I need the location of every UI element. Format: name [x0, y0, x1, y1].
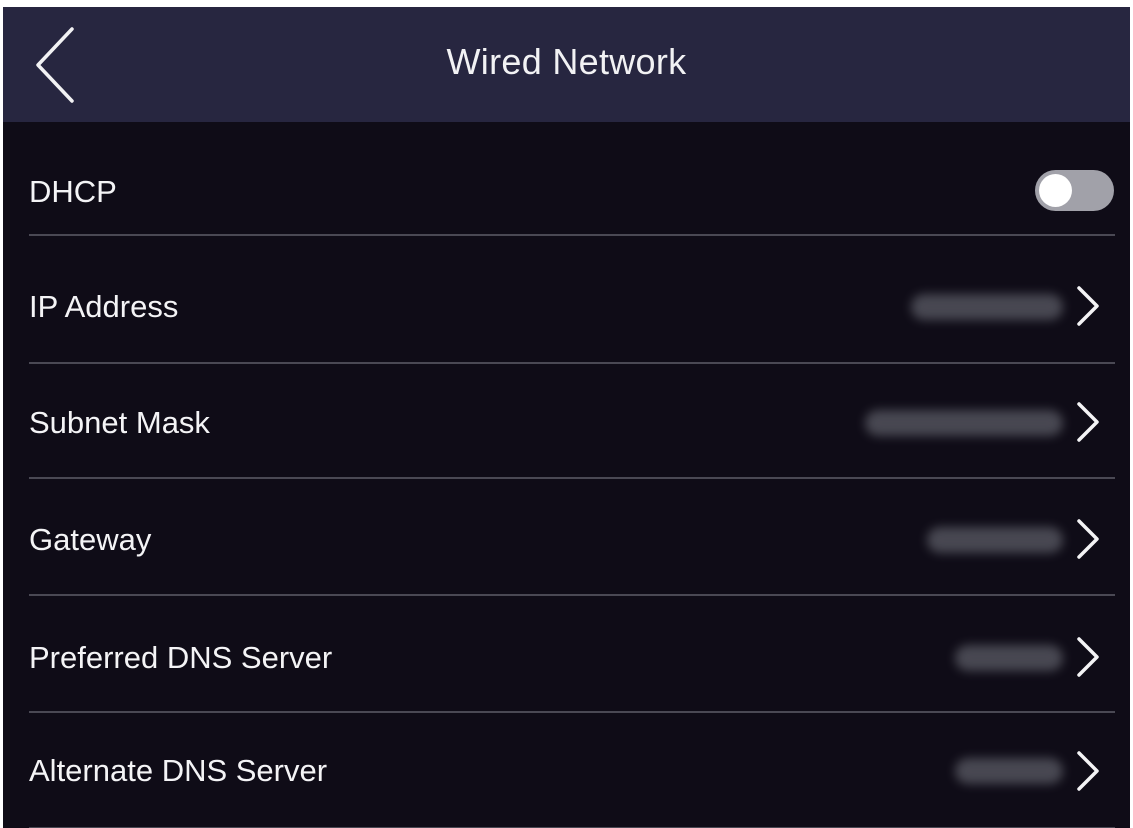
page-title: Wired Network: [446, 41, 687, 82]
toggle-knob: [1039, 174, 1072, 207]
header-bar: Wired Network: [3, 7, 1130, 122]
alternate-dns-value-redacted: [955, 758, 1063, 784]
dhcp-label: DHCP: [29, 174, 117, 209]
gateway-row[interactable]: Gateway: [3, 478, 1130, 596]
subnet-mask-value-redacted: [865, 410, 1063, 436]
subnet-mask-row[interactable]: Subnet Mask: [3, 362, 1130, 479]
gateway-label: Gateway: [29, 522, 152, 557]
ip-address-value-redacted: [911, 294, 1063, 320]
preferred-dns-label: Preferred DNS Server: [29, 640, 333, 675]
chevron-right-icon: [1075, 635, 1101, 679]
preferred-dns-row[interactable]: Preferred DNS Server: [3, 596, 1130, 713]
preferred-dns-value-redacted: [955, 645, 1063, 671]
wired-network-screen: Wired Network DHCP IP Address Subnet Mas…: [3, 7, 1130, 828]
ip-address-row[interactable]: IP Address: [3, 247, 1130, 364]
dhcp-toggle[interactable]: [1035, 170, 1114, 211]
dhcp-row: DHCP: [3, 122, 1130, 236]
ip-address-label: IP Address: [29, 289, 179, 324]
divider: [29, 234, 1115, 236]
chevron-right-icon: [1075, 284, 1101, 328]
alternate-dns-label: Alternate DNS Server: [29, 753, 328, 788]
chevron-right-icon: [1075, 517, 1101, 561]
chevron-right-icon: [1075, 749, 1101, 793]
chevron-right-icon: [1075, 400, 1101, 444]
gateway-value-redacted: [927, 527, 1063, 553]
subnet-mask-label: Subnet Mask: [29, 405, 210, 440]
alternate-dns-row[interactable]: Alternate DNS Server: [3, 711, 1130, 828]
